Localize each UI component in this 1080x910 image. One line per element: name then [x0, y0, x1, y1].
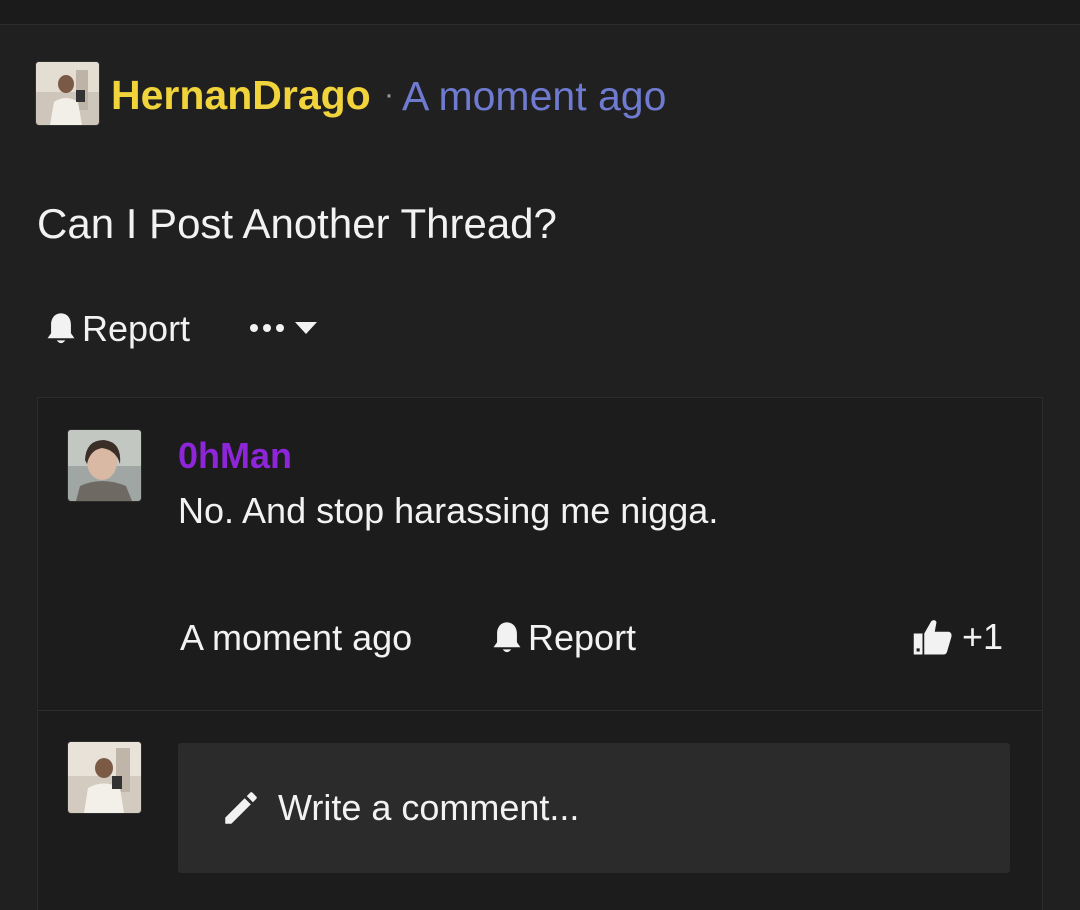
caret-down-icon — [295, 322, 317, 334]
like-count: +1 — [962, 616, 1004, 657]
comment-report-button[interactable]: Report — [490, 614, 636, 662]
pencil-icon — [225, 792, 257, 824]
avatar-photo — [36, 62, 99, 125]
avatar-photo — [68, 742, 141, 813]
post-more-menu[interactable] — [248, 310, 318, 346]
post-report-button[interactable]: Report — [44, 305, 190, 353]
commenter-name[interactable]: 0hMan — [178, 434, 292, 478]
comment-timestamp[interactable]: A moment ago — [180, 614, 412, 662]
post-title: Can I Post Another Thread? — [37, 200, 557, 247]
ellipsis-icon — [250, 324, 284, 332]
comment-report-label: Report — [528, 617, 637, 658]
comment-divider — [38, 710, 1042, 711]
write-comment-input[interactable]: Write a comment... — [178, 743, 1010, 873]
post-meta: · A moment ago — [384, 71, 666, 120]
post-author-avatar[interactable] — [36, 62, 99, 125]
thumbs-up-icon — [913, 620, 952, 655]
avatar-photo — [68, 430, 141, 501]
write-comment-placeholder: Write a comment... — [278, 787, 580, 828]
like-button[interactable]: +1 — [912, 612, 1003, 662]
bell-icon — [493, 622, 521, 653]
post-timestamp[interactable]: A moment ago — [402, 73, 666, 119]
meta-separator: · — [384, 78, 394, 111]
current-user-avatar — [68, 742, 141, 813]
comment-text: No. And stop harassing me nigga. — [178, 490, 719, 531]
top-bar — [0, 0, 1080, 25]
commenter-avatar[interactable] — [68, 430, 141, 501]
thread-page: HernanDrago · A moment ago Can I Post Ano… — [0, 0, 1080, 910]
post-report-label: Report — [82, 308, 191, 349]
post-author-name[interactable]: HernanDrago — [111, 71, 371, 119]
bell-icon — [47, 313, 75, 344]
